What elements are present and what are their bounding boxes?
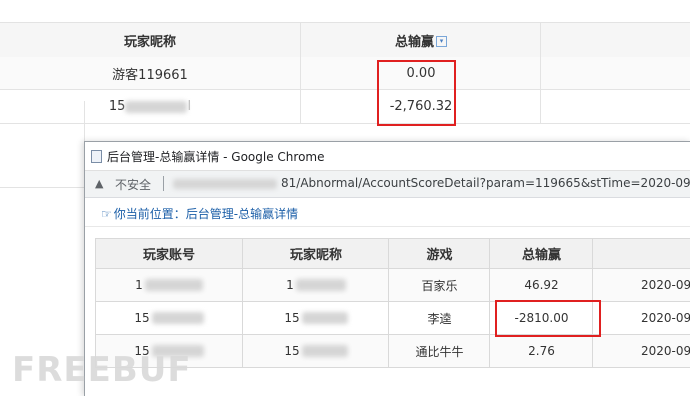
security-label[interactable]: 不安全	[115, 176, 151, 193]
background-table-header: 玩家昵称 总输赢 ▾	[0, 22, 690, 58]
column-header-total-label: 总输赢	[394, 34, 434, 50]
address-bar[interactable]: ▲ 不安全 81/Abnormal/AccountScoreDetail?par…	[85, 171, 690, 198]
column-header-nickname[interactable]: 玩家昵称	[0, 23, 300, 57]
detail-table-header: 玩家账号 玩家昵称 游戏 总输赢	[95, 238, 690, 269]
redacted-blur	[301, 312, 348, 324]
nickname-prefix: 15	[284, 344, 300, 358]
account-prefix: 1	[135, 278, 143, 292]
game-cell: 通比牛牛	[388, 335, 490, 367]
empty-cell	[540, 90, 690, 123]
account-cell: 1	[96, 269, 242, 301]
column-header-time[interactable]	[592, 239, 690, 268]
redacted-blur	[125, 100, 188, 113]
nickname-cell: 15	[242, 302, 389, 334]
table-row[interactable]: 15 l -2,760.32	[0, 90, 690, 124]
nickname-suffix: l	[187, 99, 192, 114]
total-cell: 46.92	[489, 269, 593, 301]
url-text[interactable]: 81/Abnormal/AccountScoreDetail?param=119…	[281, 176, 690, 190]
empty-cell	[540, 57, 690, 89]
nickname-prefix: 15	[284, 311, 300, 325]
breadcrumb: ☞ 你当前位置：后台管理-总输赢详情	[101, 205, 298, 222]
column-header-nickname[interactable]: 玩家昵称	[242, 239, 389, 268]
total-cell: 2.76	[489, 335, 593, 367]
breadcrumb-text: 你当前位置：后台管理-总输赢详情	[113, 207, 299, 221]
column-header-empty	[540, 23, 690, 57]
column-header-total[interactable]: 总输赢	[489, 239, 593, 268]
redacted-blur	[295, 279, 346, 291]
game-cell: 李逵	[388, 302, 490, 334]
redacted-blur	[151, 312, 204, 324]
redacted-host-blur	[173, 179, 277, 189]
time-cell: 2020-09	[592, 335, 690, 367]
window-title: 后台管理-总输赢详情 - Google Chrome	[107, 150, 325, 164]
divider	[85, 226, 690, 227]
table-row[interactable]: 游客119661 0.00	[0, 57, 690, 90]
nickname-prefix: 1	[286, 278, 294, 292]
nickname-cell: 15	[242, 335, 389, 367]
table-row[interactable]: 1 1 百家乐 46.92 2020-09	[95, 269, 690, 302]
column-header-account[interactable]: 玩家账号	[96, 239, 242, 268]
sort-icon[interactable]: ▾	[436, 35, 447, 47]
freebuf-watermark: FREEBUF	[12, 350, 192, 390]
warning-icon[interactable]: ▲	[95, 177, 103, 190]
redacted-blur	[144, 279, 203, 291]
nickname-prefix: 15	[108, 99, 126, 114]
column-header-game[interactable]: 游戏	[388, 239, 490, 268]
game-cell: 百家乐	[388, 269, 490, 301]
address-separator	[163, 176, 164, 191]
pointing-hand-icon: ☞	[101, 207, 112, 221]
window-titlebar[interactable]: 后台管理-总输赢详情 - Google Chrome	[85, 142, 690, 171]
time-cell: 2020-09	[592, 302, 690, 334]
background-panel	[0, 101, 85, 188]
nickname-cell: 游客119661	[112, 67, 188, 83]
column-header-total[interactable]: 总输赢 ▾	[300, 23, 541, 57]
page-icon	[91, 150, 102, 163]
account-prefix: 15	[134, 311, 150, 325]
time-cell: 2020-09	[592, 269, 690, 301]
highlight-box-total-detail	[495, 300, 601, 337]
redacted-blur	[301, 345, 348, 357]
account-cell: 15	[96, 302, 242, 334]
nickname-cell: 1	[242, 269, 389, 301]
highlight-box-total	[377, 60, 456, 126]
